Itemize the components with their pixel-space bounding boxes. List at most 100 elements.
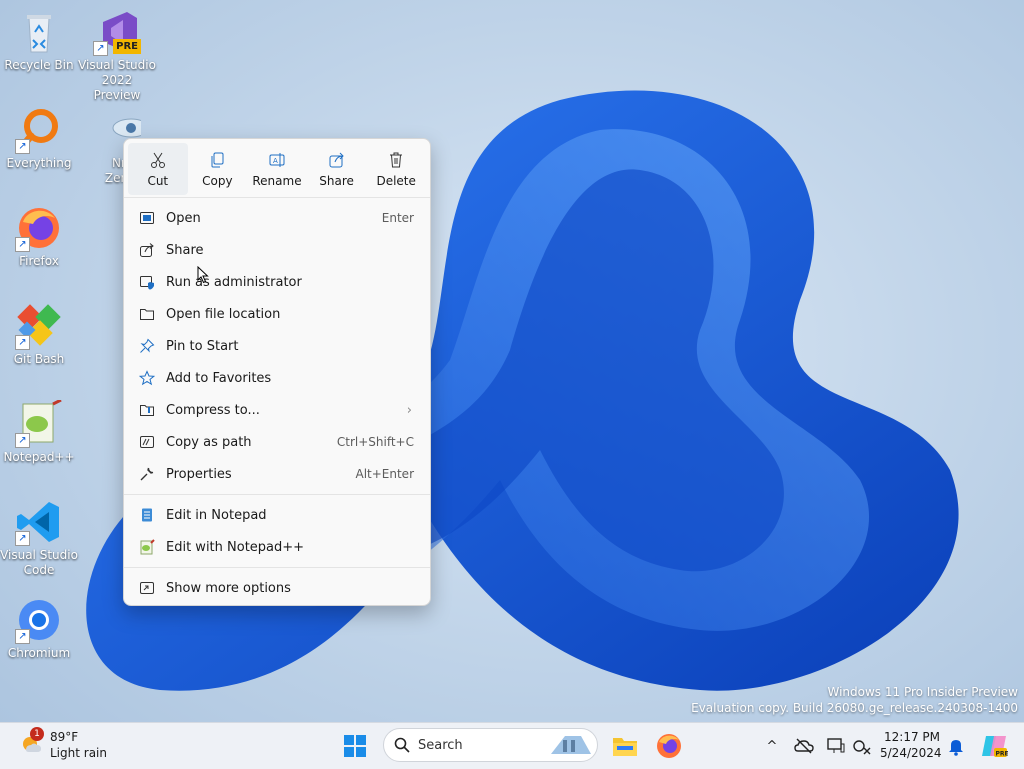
delete-button[interactable]: Delete bbox=[366, 143, 426, 195]
desktop-icon-label: Notepad++ bbox=[3, 450, 75, 464]
chevron-right-icon: › bbox=[406, 402, 412, 418]
cut-label: Cut bbox=[147, 174, 169, 188]
notepadpp-icon: ↗ bbox=[15, 398, 63, 448]
menu-item-edit-with-notepadpp[interactable]: Edit with Notepad++ bbox=[124, 531, 430, 563]
shortcut-arrow-icon: ↗ bbox=[15, 629, 30, 644]
evaluation-watermark: Windows 11 Pro Insider Preview Evaluatio… bbox=[691, 684, 1018, 716]
menu-item-properties[interactable]: Properties Alt+Enter bbox=[124, 458, 430, 490]
search-placeholder: Search bbox=[418, 737, 463, 753]
share-button[interactable]: Share bbox=[307, 143, 367, 195]
svg-text:A: A bbox=[273, 157, 278, 165]
clock-date: 5/24/2024 bbox=[880, 746, 942, 760]
shortcut-arrow-icon: ↗ bbox=[15, 335, 30, 350]
taskbar: 1 89°F Light rain Search ^ 12:17 PM 5/24… bbox=[0, 722, 1024, 769]
notification-badge: 1 bbox=[30, 727, 44, 741]
quick-actions-bar: Cut Copy A Rename Share Delete bbox=[124, 139, 430, 197]
menu-item-label: Compress to... bbox=[166, 402, 260, 418]
onedrive-offline-icon[interactable] bbox=[794, 736, 814, 756]
git-bash-icon: ↗ bbox=[15, 302, 63, 350]
desktop-icon-firefox[interactable]: ↗ Firefox bbox=[0, 204, 78, 269]
desktop-icon-label: Chromium bbox=[7, 646, 71, 660]
file-explorer-icon[interactable] bbox=[611, 732, 639, 760]
weather-condition: Light rain bbox=[50, 746, 107, 760]
firefox-taskbar-icon[interactable] bbox=[655, 732, 683, 760]
share-label: Share bbox=[319, 174, 354, 188]
scissors-icon bbox=[150, 152, 165, 168]
menu-item-show-more-options[interactable]: Show more options bbox=[124, 572, 430, 604]
zip-folder-icon bbox=[138, 401, 156, 419]
menu-item-copy-as-path[interactable]: Copy as path Ctrl+Shift+C bbox=[124, 426, 430, 458]
desktop-icon-vscode[interactable]: ↗ Visual Studio Code bbox=[0, 498, 78, 578]
menu-item-share[interactable]: Share bbox=[124, 234, 430, 266]
menu-item-edit-in-notepad[interactable]: Edit in Notepad bbox=[124, 499, 430, 531]
menu-item-label: Run as administrator bbox=[166, 274, 302, 290]
desktop-icon-label: Git Bash bbox=[13, 352, 65, 366]
menu-item-open-file-location[interactable]: Open file location bbox=[124, 298, 430, 330]
svg-text:PRE: PRE bbox=[996, 751, 1009, 758]
path-icon bbox=[138, 433, 156, 451]
menu-item-label: Open bbox=[166, 210, 201, 226]
windows-start-icon[interactable] bbox=[343, 734, 367, 758]
menu-item-compress-to[interactable]: Compress to... › bbox=[124, 394, 430, 426]
share-icon bbox=[138, 241, 156, 259]
menu-item-pin-to-start[interactable]: Pin to Start bbox=[124, 330, 430, 362]
clock-time: 12:17 PM bbox=[884, 730, 940, 744]
visual-studio-icon: PRE ↗ bbox=[93, 8, 141, 56]
copy-icon bbox=[211, 152, 224, 168]
shortcut-arrow-icon: ↗ bbox=[15, 531, 30, 546]
menu-item-run-as-admin[interactable]: Run as administrator bbox=[124, 266, 430, 298]
notepad-icon bbox=[138, 506, 156, 524]
folder-icon bbox=[138, 305, 156, 323]
notepadpp-icon bbox=[138, 538, 156, 556]
desktop-icon-label: Firefox bbox=[19, 254, 59, 268]
show-hidden-icons-chevron-icon[interactable]: ^ bbox=[762, 736, 782, 756]
vscode-icon: ↗ bbox=[15, 498, 63, 546]
desktop-icon-git-bash[interactable]: ↗ Git Bash bbox=[0, 302, 78, 367]
desktop-icon-notepadpp[interactable]: ↗ Notepad++ bbox=[0, 398, 78, 465]
mouse-cursor-icon bbox=[197, 266, 209, 284]
menu-separator bbox=[124, 567, 430, 568]
context-menu: Cut Copy A Rename Share Delete Open Ente… bbox=[123, 138, 431, 606]
weather-widget[interactable]: 1 89°F Light rain bbox=[18, 727, 107, 761]
network-disconnected-icon[interactable] bbox=[852, 736, 872, 756]
menu-item-label: Edit in Notepad bbox=[166, 507, 267, 523]
desktop-icon-chromium[interactable]: ↗ Chromium bbox=[0, 596, 78, 661]
menu-item-label: Copy as path bbox=[166, 434, 252, 450]
menu-item-label: Show more options bbox=[166, 580, 291, 596]
shortcut-arrow-icon: ↗ bbox=[15, 433, 30, 448]
chromium-icon: ↗ bbox=[15, 596, 63, 644]
menu-item-add-to-favorites[interactable]: Add to Favorites bbox=[124, 362, 430, 394]
share-icon bbox=[329, 152, 344, 168]
desktop-icon-everything[interactable]: ↗ Everything bbox=[0, 106, 78, 171]
preview-badge: PRE bbox=[113, 39, 141, 54]
desktop-icon-label: Everything bbox=[6, 156, 72, 170]
desktop-icon-label: Visual Studio Code bbox=[0, 548, 78, 577]
star-icon bbox=[138, 369, 156, 387]
rename-label: Rename bbox=[252, 174, 302, 188]
search-highlight-icon bbox=[551, 736, 591, 754]
cut-button[interactable]: Cut bbox=[128, 143, 188, 195]
menu-item-label: Pin to Start bbox=[166, 338, 239, 354]
desktop-icon-visual-studio-preview[interactable]: PRE ↗ Visual Studio 2022 Preview bbox=[78, 8, 156, 103]
wrench-icon bbox=[138, 465, 156, 483]
everything-search-icon: ↗ bbox=[15, 106, 63, 154]
menu-separator bbox=[124, 197, 430, 198]
menu-separator bbox=[124, 494, 430, 495]
more-options-icon bbox=[138, 579, 156, 597]
delete-label: Delete bbox=[376, 174, 416, 188]
menu-item-label: Add to Favorites bbox=[166, 370, 272, 386]
menu-item-open[interactable]: Open Enter bbox=[124, 202, 430, 234]
desktop-icon-recycle-bin[interactable]: Recycle Bin bbox=[0, 8, 78, 73]
display-icon[interactable] bbox=[826, 736, 846, 756]
copilot-icon[interactable]: PRE bbox=[980, 732, 1008, 760]
watermark-line-1: Windows 11 Pro Insider Preview bbox=[827, 685, 1018, 699]
rename-button[interactable]: A Rename bbox=[247, 143, 307, 195]
copy-button[interactable]: Copy bbox=[188, 143, 248, 195]
trash-icon bbox=[390, 152, 403, 168]
desktop-icon-label: Recycle Bin bbox=[4, 58, 74, 72]
taskbar-search-box[interactable]: Search bbox=[383, 728, 598, 762]
recycle-bin-icon bbox=[15, 8, 63, 56]
shortcut-arrow-icon: ↗ bbox=[15, 139, 30, 154]
notification-bell-icon[interactable] bbox=[946, 736, 966, 756]
system-clock[interactable]: 12:17 PM 5/24/2024 bbox=[880, 729, 942, 761]
